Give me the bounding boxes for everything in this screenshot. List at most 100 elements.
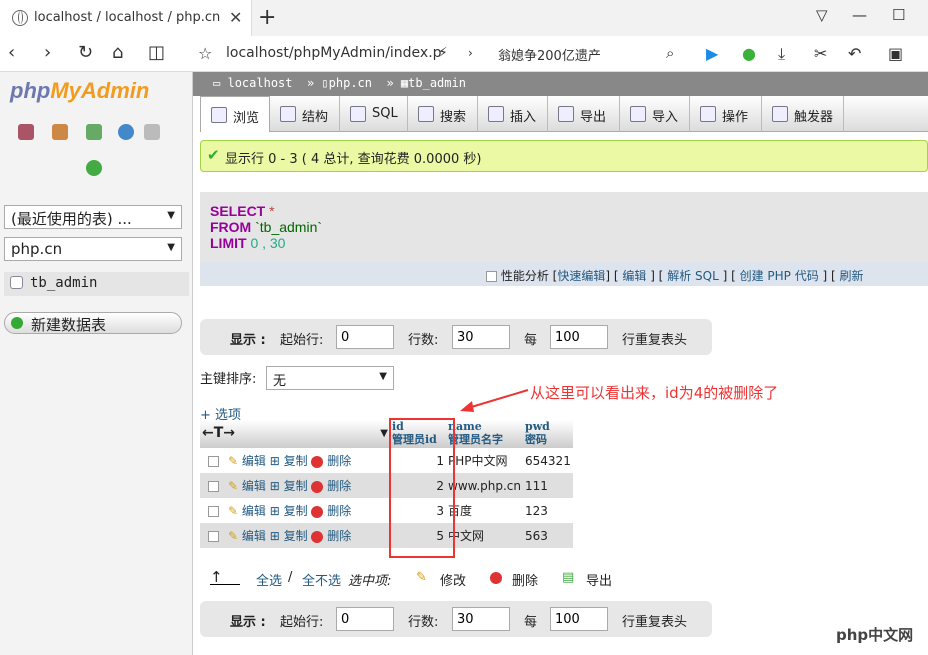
tab-export[interactable]: 导出 — [548, 96, 620, 132]
edit-link[interactable]: 编辑 — [242, 529, 266, 543]
download-icon[interactable]: ⤓ — [778, 44, 785, 64]
docs-icon[interactable] — [144, 124, 160, 140]
edit-link[interactable]: 编辑 — [242, 454, 266, 468]
copy-link[interactable]: 复制 — [284, 529, 308, 543]
edit-link[interactable]: 编辑 — [242, 504, 266, 518]
cell-name[interactable]: 中文网 — [446, 523, 524, 548]
bag-icon[interactable]: ▣ — [888, 44, 903, 63]
column-header-name[interactable]: name 管理员名字 — [446, 420, 524, 448]
news-ticker[interactable]: 翁媳争200亿遗产 — [498, 45, 601, 64]
url-input[interactable]: localhost/phpMyAdmin/index.p — [226, 45, 442, 61]
check-all-link[interactable]: 全选 — [256, 570, 282, 589]
close-icon[interactable]: ✕ — [229, 8, 242, 27]
undo-icon[interactable]: ↶ — [848, 44, 861, 63]
search-icon[interactable]: ⌕ — [666, 44, 674, 62]
home-icon[interactable] — [18, 124, 34, 140]
reload-icon[interactable]: ↻ — [78, 42, 93, 63]
row-count-input[interactable] — [452, 607, 510, 631]
phpmyadmin-logo[interactable]: phpMyAdmin — [10, 78, 149, 104]
exit-icon[interactable] — [52, 124, 68, 140]
bulk-edit-button[interactable]: 修改 — [440, 570, 466, 589]
delete-link[interactable]: 删除 — [327, 454, 351, 468]
tab-browse[interactable]: 浏览 — [200, 96, 270, 132]
bulk-export-button[interactable]: 导出 — [586, 570, 612, 589]
tab-sql[interactable]: SQL — [340, 96, 408, 132]
column-arrows[interactable]: ←T→ ▼ — [200, 420, 390, 448]
scissors-icon[interactable]: ✂ — [814, 44, 827, 63]
recent-tables-select[interactable]: (最近使用的表) ... ▼ — [4, 205, 182, 229]
chevron-right-icon[interactable]: › — [468, 46, 473, 60]
explain-link[interactable]: 解析 SQL — [667, 269, 719, 283]
row-checkbox[interactable] — [207, 530, 219, 542]
cell-pwd[interactable]: 563 — [523, 523, 573, 548]
success-message: ✔ 显示行 0 - 3 ( 4 总计, 查询花费 0.0000 秒) — [200, 140, 928, 172]
home-icon[interactable]: ⌂ — [112, 42, 123, 63]
breadcrumb-db[interactable]: php.cn — [329, 76, 372, 90]
tab-import[interactable]: 导入 — [620, 96, 690, 132]
new-table-button[interactable]: 新建数据表 — [4, 312, 182, 334]
cell-name[interactable]: 百度 — [446, 498, 524, 523]
table-item-tb-admin[interactable]: tb_admin — [4, 272, 189, 296]
quick-edit-link[interactable]: 快速编辑 — [557, 269, 605, 283]
column-header-pwd[interactable]: pwd 密码 — [523, 420, 573, 448]
results-table: ←T→ ▼ id 管理员id name 管理员名字 pwd 密码 ✎ 编辑 ⊞ 复制 删… — [200, 420, 573, 548]
table-row: ✎ 编辑 ⊞ 复制 删除 5 中文网 563 — [200, 523, 573, 548]
sql-icon — [350, 106, 366, 122]
reader-icon[interactable]: ◫ — [148, 42, 165, 63]
highlight-box — [389, 418, 455, 558]
start-row-input[interactable] — [336, 607, 394, 631]
tab-search[interactable]: 搜索 — [408, 96, 478, 132]
edit-link[interactable]: 编辑 — [622, 269, 646, 283]
cell-name[interactable]: www.php.cn — [446, 473, 524, 498]
create-php-link[interactable]: 创建 PHP 代码 — [740, 269, 819, 283]
cell-pwd[interactable]: 654321 — [523, 448, 573, 473]
new-tab-icon[interactable]: + — [258, 5, 276, 30]
breadcrumb-server[interactable]: localhost — [227, 76, 292, 90]
copy-link[interactable]: 复制 — [284, 454, 308, 468]
maximize-icon[interactable]: ☐ — [892, 6, 905, 24]
delete-icon — [311, 505, 324, 518]
tab-insert[interactable]: 插入 — [478, 96, 548, 132]
shirt-icon[interactable]: ▽ — [816, 6, 828, 24]
tab-operations[interactable]: 操作 — [690, 96, 762, 132]
chat-icon[interactable]: ● — [742, 44, 756, 63]
row-count-input[interactable] — [452, 325, 510, 349]
forward-icon[interactable]: › — [44, 42, 51, 63]
cell-pwd[interactable]: 111 — [523, 473, 573, 498]
flash-icon[interactable]: ⚡ — [438, 45, 448, 61]
star-icon[interactable]: ☆ — [198, 44, 212, 63]
cell-name[interactable]: PHP中文网 — [446, 448, 524, 473]
tab-triggers[interactable]: 触发器 — [762, 96, 844, 132]
copy-link[interactable]: 复制 — [284, 504, 308, 518]
repeat-header-input[interactable] — [550, 607, 608, 631]
browser-tab[interactable]: localhost / localhost / php.cn / tb_ ✕ — [0, 0, 252, 36]
delete-link[interactable]: 删除 — [327, 529, 351, 543]
sql-star: * — [269, 203, 275, 219]
sql-query-icon[interactable] — [86, 124, 102, 140]
uncheck-all-link[interactable]: 全不选 — [302, 570, 341, 589]
sql-table: `tb_admin` — [255, 219, 323, 235]
copy-link[interactable]: 复制 — [284, 479, 308, 493]
delete-link[interactable]: 删除 — [327, 479, 351, 493]
play-icon[interactable]: ▶ — [706, 44, 718, 63]
tab-structure[interactable]: 结构 — [270, 96, 340, 132]
delete-link[interactable]: 删除 — [327, 504, 351, 518]
table-row: ✎ 编辑 ⊞ 复制 删除 2 www.php.cn 111 — [200, 473, 573, 498]
sort-select[interactable]: 无 ▼ — [266, 366, 394, 390]
refresh-link[interactable]: 刷新 — [840, 269, 864, 283]
bulk-delete-button[interactable]: 删除 — [512, 570, 538, 589]
repeat-header-input[interactable] — [550, 325, 608, 349]
start-row-input[interactable] — [336, 325, 394, 349]
row-checkbox[interactable] — [207, 455, 219, 467]
row-checkbox[interactable] — [207, 480, 219, 492]
back-icon[interactable]: ‹ — [8, 42, 15, 63]
cell-pwd[interactable]: 123 — [523, 498, 573, 523]
edit-link[interactable]: 编辑 — [242, 479, 266, 493]
profiling-checkbox[interactable] — [486, 271, 497, 282]
refresh-icon[interactable] — [86, 160, 102, 176]
help-icon[interactable] — [118, 124, 134, 140]
database-select[interactable]: php.cn ▼ — [4, 237, 182, 261]
breadcrumb-table[interactable]: tb_admin — [408, 76, 466, 90]
row-checkbox[interactable] — [207, 505, 219, 517]
minimize-icon[interactable]: — — [852, 6, 867, 24]
